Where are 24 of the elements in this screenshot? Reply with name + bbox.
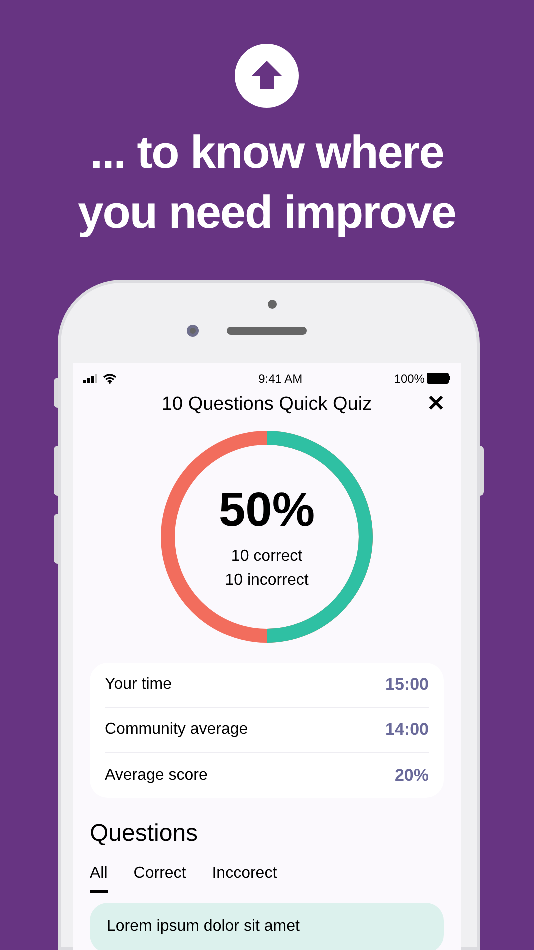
- filter-tab[interactable]: All: [90, 862, 108, 893]
- stat-value: 20%: [394, 764, 429, 787]
- incorrect-count: 10 incorrect: [225, 571, 309, 591]
- headline: ... to know where: [90, 125, 444, 180]
- signal-icon: [83, 374, 97, 383]
- filter-tab[interactable]: Correct: [134, 862, 186, 893]
- headline: you need improve: [78, 185, 456, 240]
- score-percent: 50%: [218, 487, 316, 535]
- status-time: 9:41 AM: [258, 370, 303, 388]
- stat-label: Community average: [105, 720, 248, 740]
- stat-value: 15:00: [386, 674, 429, 696]
- stat-value: 14:00: [386, 719, 429, 742]
- question-text: Lorem ipsum dolor sit amet: [107, 918, 300, 935]
- questions-heading: Questions: [89, 819, 200, 849]
- filter-tab[interactable]: Inccorect: [212, 862, 278, 893]
- stat-label: Average score: [105, 766, 208, 786]
- wifi-icon: [103, 374, 117, 384]
- quiz-title: 10 Questions Quick Quiz: [162, 392, 372, 417]
- correct-count: 10 correct: [231, 547, 303, 567]
- battery-percent: 100%: [394, 370, 425, 388]
- question-card[interactable]: Lorem ipsum dolor sit amet: [90, 903, 444, 950]
- stat-label: Your time: [105, 675, 172, 695]
- battery-icon: [426, 373, 451, 384]
- close-button[interactable]: ✕: [427, 393, 445, 415]
